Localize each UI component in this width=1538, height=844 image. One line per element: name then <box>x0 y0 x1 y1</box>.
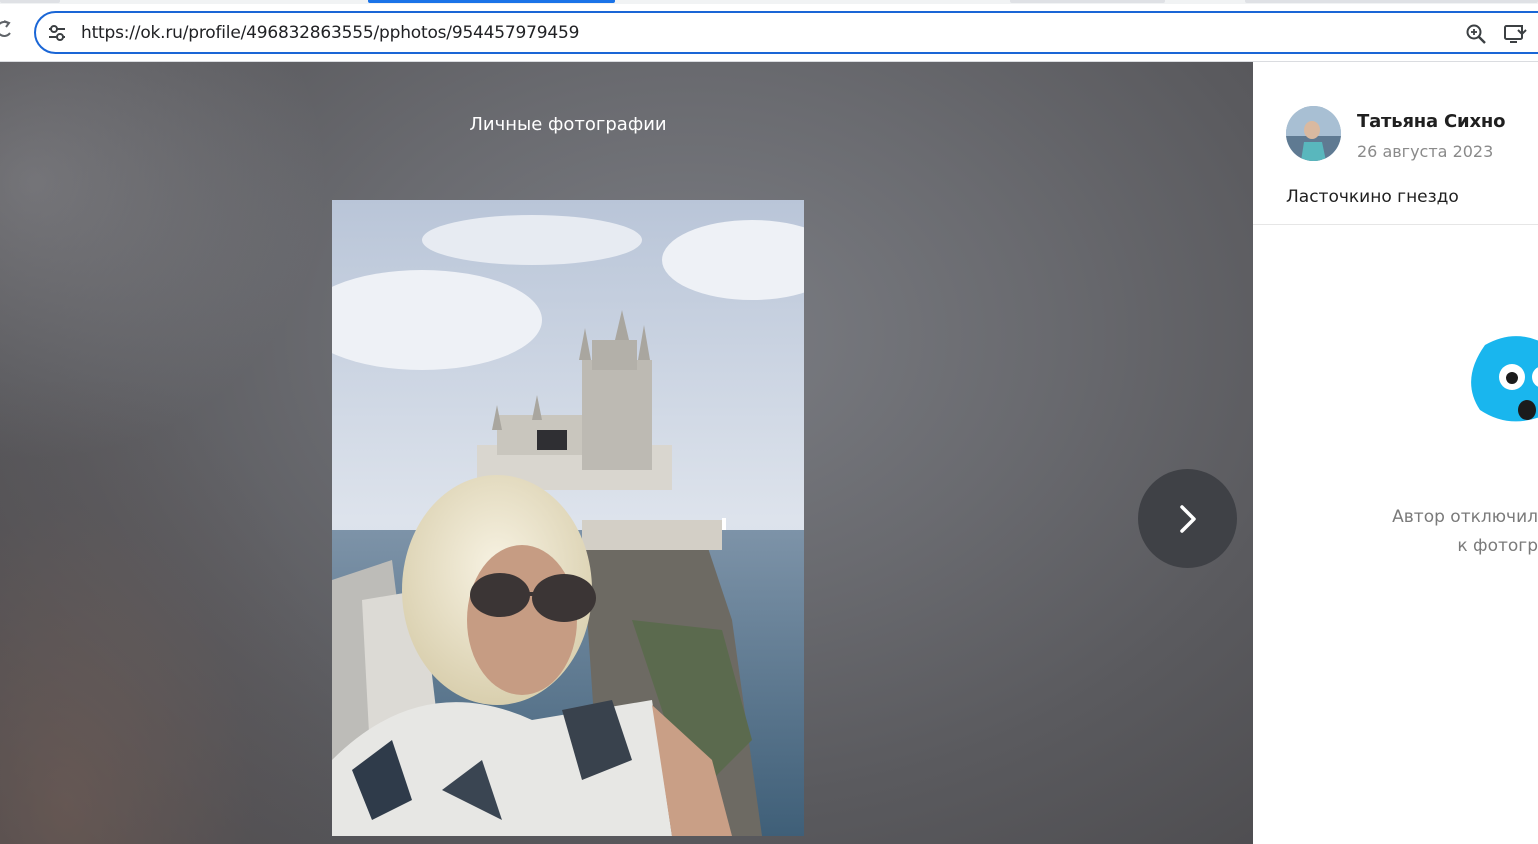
tab-active-indicator[interactable] <box>368 0 615 3</box>
browser-toolbar: https://ok.ru/profile/496832863555/pphot… <box>0 0 1538 62</box>
album-title: Личные фотографии <box>469 114 667 135</box>
author-name[interactable]: Татьяна Сихно <box>1357 111 1505 132</box>
comments-disabled-notice: Автор отключил к фотогр <box>1388 503 1538 561</box>
tab-inactive[interactable] <box>1245 0 1538 3</box>
url-text[interactable]: https://ok.ru/profile/496832863555/pphot… <box>81 23 579 43</box>
tab-inactive[interactable] <box>0 0 60 3</box>
address-bar[interactable]: https://ok.ru/profile/496832863555/pphot… <box>34 11 1538 54</box>
next-photo-button[interactable] <box>1138 469 1237 568</box>
photo-caption: Ласточкино гнездо <box>1286 187 1459 207</box>
comments-disabled-line: Автор отключил <box>1392 507 1538 527</box>
comments-disabled-line: к фотогр <box>1457 536 1538 556</box>
tune-icon[interactable] <box>46 23 68 43</box>
install-app-icon[interactable] <box>1503 22 1527 46</box>
photo-viewer: Личные фотографии <box>0 62 1253 844</box>
post-date: 26 августа 2023 <box>1357 142 1494 161</box>
zoom-icon[interactable] <box>1464 22 1488 46</box>
tab-inactive[interactable] <box>1010 0 1165 3</box>
photo-info-panel: Татьяна Сихно 26 августа 2023 Ласточкино… <box>1253 62 1538 844</box>
author-avatar[interactable] <box>1286 106 1341 161</box>
photo-image[interactable] <box>332 200 804 836</box>
chevron-right-icon <box>1180 505 1196 533</box>
mascot-illustration <box>1465 330 1538 425</box>
reload-icon[interactable] <box>0 18 16 40</box>
divider <box>1253 224 1538 225</box>
